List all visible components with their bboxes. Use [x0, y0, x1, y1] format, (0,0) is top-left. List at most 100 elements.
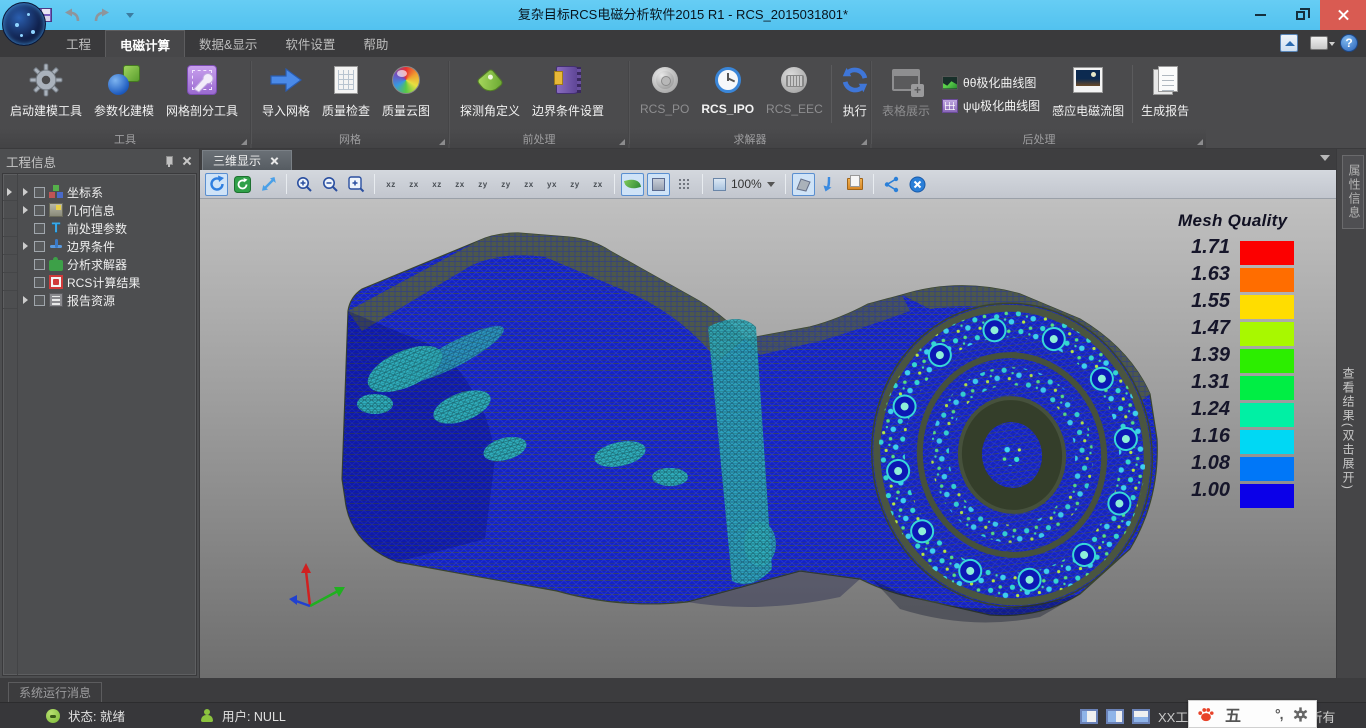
close-button[interactable] — [1320, 0, 1366, 30]
ime-toolbar[interactable]: 五 °, — [1188, 700, 1317, 728]
launch-modeling-tool-button[interactable]: 启动建模工具 — [4, 59, 88, 129]
zoom-square-icon — [713, 178, 726, 191]
checkbox[interactable] — [34, 241, 45, 252]
probe-angle-button[interactable]: 探测角定义 — [454, 59, 526, 129]
smooth-shading-icon[interactable] — [621, 173, 644, 196]
induced-current-map-button[interactable]: 感应电磁流图 — [1046, 59, 1130, 129]
zoom-fit-icon[interactable] — [345, 173, 368, 196]
tree-item-analysis-solver[interactable]: 分析求解器 — [18, 255, 196, 273]
checkbox[interactable] — [34, 259, 45, 270]
group-expand-icon[interactable] — [861, 139, 867, 145]
tab-system-messages[interactable]: 系统运行消息 — [8, 682, 102, 702]
quality-check-button[interactable]: 质量检查 — [316, 59, 376, 129]
view-iso-4-icon[interactable]: zx — [588, 173, 608, 196]
collapse-ribbon-icon[interactable] — [1278, 32, 1300, 54]
tab-project[interactable]: 工程 — [52, 30, 105, 57]
surface-pick-icon[interactable] — [792, 173, 815, 196]
group-expand-icon[interactable] — [1197, 139, 1203, 145]
layers-folder-icon[interactable] — [844, 173, 867, 196]
tab-software-settings[interactable]: 软件设置 — [271, 30, 349, 57]
share-flip-icon[interactable] — [880, 173, 903, 196]
help-icon[interactable]: ? — [1338, 32, 1360, 54]
import-mesh-button[interactable]: 导入网格 — [256, 59, 316, 129]
layout-left-panel-icon[interactable] — [1080, 709, 1098, 724]
pin-icon[interactable] — [163, 155, 175, 167]
tree-item-boundary-conditions[interactable]: 边界条件 — [18, 237, 196, 255]
expand-arrow-icon[interactable] — [22, 206, 30, 214]
boundary-settings-button[interactable]: 边界条件设置 — [526, 59, 610, 129]
expand-arrow-icon[interactable] — [22, 188, 30, 196]
theta-polarization-curve-button[interactable]: θθ极化曲线图 — [942, 74, 1040, 91]
checkbox[interactable] — [34, 205, 45, 216]
view-xz-back-icon[interactable]: xz — [427, 173, 447, 196]
geometry-icon — [49, 203, 63, 217]
viewport-3d-canvas[interactable]: Mesh Quality 1.71 1.63 1.55 1.47 1.39 1.… — [200, 199, 1336, 678]
display-style-icon[interactable] — [1308, 32, 1330, 54]
mesh-partition-tool-button[interactable]: 网格剖分工具 — [160, 59, 244, 129]
view-xz-icon[interactable]: xz — [381, 173, 401, 196]
checkbox[interactable] — [34, 277, 45, 288]
table-display-button[interactable]: 表格展示 — [876, 59, 936, 129]
parametric-modeling-button[interactable]: 参数化建模 — [88, 59, 160, 129]
tab-close-icon[interactable] — [269, 155, 281, 167]
psi-polarization-curve-button[interactable]: ψψ极化曲线图 — [942, 97, 1040, 114]
view-zy-back-icon[interactable]: zy — [496, 173, 516, 196]
ime-logo-icon[interactable] — [1197, 706, 1215, 722]
gray-port-icon — [781, 63, 807, 97]
view-zx-back-icon[interactable]: zx — [450, 173, 470, 196]
tree-item-geometry-info[interactable]: 几何信息 — [18, 201, 196, 219]
rcs-po-button[interactable]: RCS_PO — [634, 59, 695, 129]
checkbox[interactable] — [34, 187, 45, 198]
tab-help[interactable]: 帮助 — [349, 30, 402, 57]
tree-item-rcs-results[interactable]: RCS计算结果 — [18, 273, 196, 291]
tab-3d-display[interactable]: 三维显示 — [202, 150, 292, 170]
view-zx-icon[interactable]: zx — [404, 173, 424, 196]
zoom-in-icon[interactable] — [293, 173, 316, 196]
arrow-down-icon[interactable] — [818, 173, 841, 196]
tab-list-dropdown-icon[interactable] — [1320, 155, 1330, 161]
group-expand-icon[interactable] — [241, 139, 247, 145]
ime-punctuation-button[interactable]: °, — [1275, 706, 1283, 722]
app-logo-icon[interactable] — [2, 2, 46, 46]
quality-cloud-button[interactable]: 质量云图 — [376, 59, 436, 129]
status-ready-icon — [46, 709, 60, 723]
layout-wide-panel-icon[interactable] — [1106, 709, 1124, 724]
wireframe-icon[interactable] — [673, 173, 696, 196]
orbit-rotate-icon[interactable] — [205, 173, 228, 196]
zoom-out-icon[interactable] — [319, 173, 342, 196]
legend-band — [1240, 484, 1294, 508]
minimize-button[interactable] — [1240, 0, 1280, 30]
restore-button[interactable] — [1280, 0, 1320, 30]
group-expand-icon[interactable] — [619, 139, 625, 145]
panel-close-icon[interactable] — [181, 155, 193, 167]
generate-report-button[interactable]: 生成报告 — [1135, 59, 1195, 129]
zoom-level-select[interactable]: 100% — [709, 173, 779, 196]
rcs-ipo-button[interactable]: RCS_IPO — [695, 59, 760, 129]
view-iso-2-icon[interactable]: yx — [542, 173, 562, 196]
tab-data-display[interactable]: 数据&显示 — [185, 30, 271, 57]
ime-mode-button[interactable]: 五 — [1225, 702, 1241, 726]
tree-item-coordinate-system[interactable]: 坐标系 — [18, 183, 196, 201]
view-zy-icon[interactable]: zy — [473, 173, 493, 196]
flat-shading-icon[interactable] — [647, 173, 670, 196]
rcs-eec-button[interactable]: RCS_EEC — [760, 59, 829, 129]
tab-view-results[interactable]: 查看结果(双击展开) — [1340, 366, 1357, 490]
ime-settings-gear-icon[interactable] — [1293, 707, 1308, 722]
refresh-view-icon[interactable] — [231, 173, 254, 196]
ime-halfwidth-moon-icon[interactable] — [1251, 707, 1265, 721]
grid-chart-icon — [942, 99, 958, 113]
expand-arrow-icon[interactable] — [22, 242, 30, 250]
group-expand-icon[interactable] — [439, 139, 445, 145]
view-iso-1-icon[interactable]: zx — [519, 173, 539, 196]
checkbox[interactable] — [34, 295, 45, 306]
checkbox[interactable] — [34, 223, 45, 234]
tree-item-report-resources[interactable]: 报告资源 — [18, 291, 196, 309]
view-iso-3-icon[interactable]: zy — [565, 173, 585, 196]
clear-view-icon[interactable] — [906, 173, 929, 196]
expand-arrow-icon[interactable] — [22, 296, 30, 304]
layout-bottom-panel-icon[interactable] — [1132, 709, 1150, 724]
tree-item-preprocess-params[interactable]: T 前处理参数 — [18, 219, 196, 237]
pan-resize-icon[interactable] — [257, 173, 280, 196]
tab-property-info[interactable]: 属性信息 — [1342, 155, 1364, 229]
tab-em-compute[interactable]: 电磁计算 — [105, 30, 185, 57]
